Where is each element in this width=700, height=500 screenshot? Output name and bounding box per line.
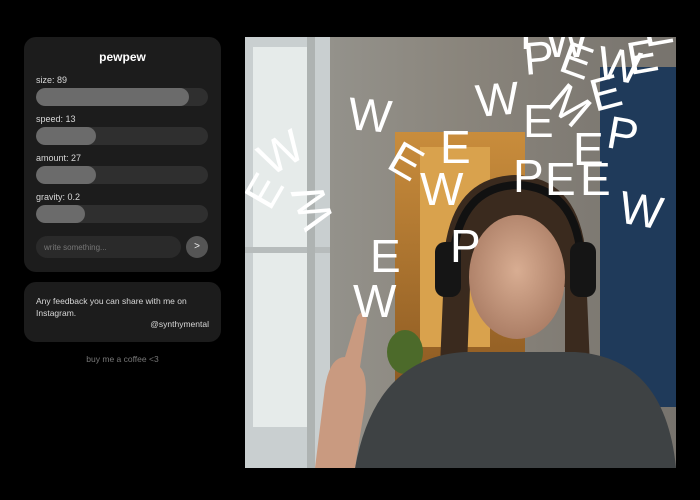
letter: P [513,150,544,202]
instagram-handle-link[interactable]: @synthymental [150,319,209,329]
buy-coffee-link[interactable]: buy me a coffee <3 [24,354,221,364]
size-slider-fill [36,88,190,106]
feedback-text: Any feedback you can share with me on In… [36,296,187,318]
app: pewpew size: 89 speed: 13 amount: 27 gra… [0,0,700,500]
amount-label: amount: 27 [36,153,82,163]
window-frame [245,247,330,253]
control-panel: pewpew size: 89 speed: 13 amount: 27 gra… [24,37,221,272]
panel-title: pewpew [99,50,146,64]
feedback-card: Any feedback you can share with me on In… [24,282,221,342]
headphone-right [570,242,596,297]
letter: P [450,220,481,272]
letter: W [545,37,589,67]
send-button[interactable]: > [186,236,208,258]
letter: W [473,71,521,127]
letter: E [545,153,576,205]
window-mullion [307,37,315,468]
speed-label: speed: 13 [36,114,76,124]
gravity-label: gravity: 0.2 [36,192,81,202]
speed-slider-fill [36,127,97,145]
camera-view: P E W E W M E W E P E E W P E E W W P E [245,37,676,468]
camera-scene: P E W E W M E W E P E E W P E E W W P E [245,37,676,468]
letter: E [523,95,554,147]
letter: E [573,123,604,175]
letter: P [520,37,551,59]
letter: W [420,163,464,215]
letter: E [370,230,401,282]
letter: W [346,87,394,143]
amount-slider-fill [36,166,96,184]
message-input[interactable] [36,236,181,258]
gravity-slider-fill [36,205,86,223]
speed-slider[interactable] [36,127,208,145]
size-label: size: 89 [36,75,68,85]
face [469,215,565,339]
letter: W [353,275,397,327]
size-slider[interactable] [36,88,208,106]
gravity-slider[interactable] [36,205,208,223]
amount-slider[interactable] [36,166,208,184]
window-pane [253,47,308,427]
